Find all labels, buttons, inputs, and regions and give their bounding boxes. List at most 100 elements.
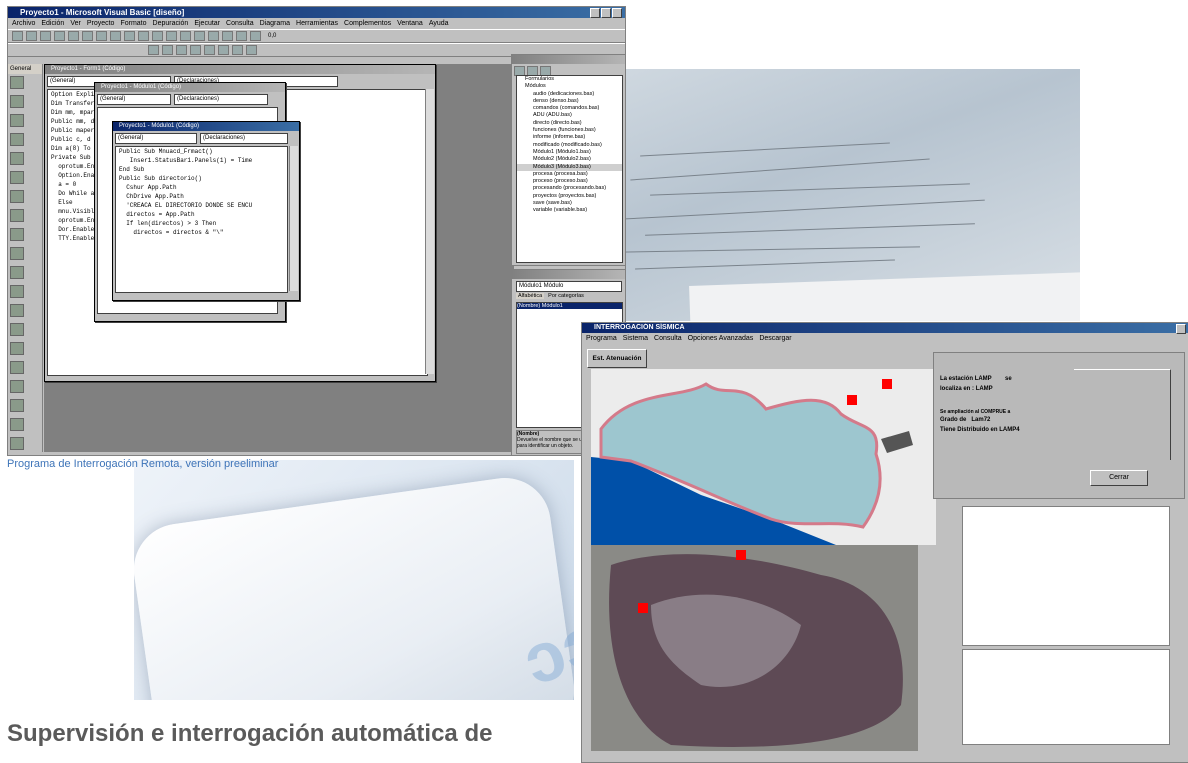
menu-item[interactable]: Sistema xyxy=(623,333,648,344)
station-marker[interactable] xyxy=(736,550,746,560)
tree-item[interactable]: proyectos (proyectos.bas) xyxy=(517,193,622,200)
object-selector[interactable]: Módulo1 Módulo xyxy=(516,281,622,292)
cut-icon[interactable] xyxy=(68,31,79,41)
menu-item[interactable]: Depuración xyxy=(153,18,189,29)
output-box-upper[interactable] xyxy=(962,506,1170,646)
tree-item[interactable]: Módulo3 (Módulo3.bas) xyxy=(517,163,622,171)
menu-item[interactable]: Consulta xyxy=(226,18,254,29)
tree-item[interactable]: proceso (proceso.bas) xyxy=(517,178,622,185)
menu-item[interactable]: Opciones Avanzadas xyxy=(688,333,754,344)
menu-item[interactable]: Ventana xyxy=(397,18,423,29)
code-editor-module1[interactable]: Public Sub Mnuacd_Frmact() Inser1.Status… xyxy=(115,146,288,293)
commandbutton-tool-icon[interactable] xyxy=(10,171,24,184)
menu-item[interactable]: Edición xyxy=(41,18,64,29)
redo-icon[interactable] xyxy=(138,31,149,41)
output-box-lower[interactable] xyxy=(962,649,1170,745)
tree-item[interactable]: ADU (ADU.bas) xyxy=(517,112,622,119)
tree-folder[interactable]: Módulos xyxy=(517,83,622,90)
tab-categorized[interactable]: Por categorías xyxy=(546,293,586,299)
tree-item[interactable]: procesando (procesando.bas) xyxy=(517,185,622,192)
tree-item[interactable]: funciones (funciones.bas) xyxy=(517,127,622,134)
menu-item[interactable]: Complementos xyxy=(344,18,391,29)
property-row[interactable]: (Nombre) Módulo1 xyxy=(517,303,622,309)
menu-item[interactable]: Proyecto xyxy=(87,18,115,29)
station-marker[interactable] xyxy=(638,603,648,613)
copy-icon[interactable] xyxy=(82,31,93,41)
tree-folder[interactable]: Formularios xyxy=(517,76,622,83)
next-bookmark-icon[interactable] xyxy=(218,45,229,55)
form-layout-icon[interactable] xyxy=(222,31,233,41)
menu-item[interactable]: Formato xyxy=(120,18,146,29)
checkbox-tool-icon[interactable] xyxy=(10,190,24,203)
menu-item[interactable]: Ejecutar xyxy=(194,18,220,29)
code-scrollbar[interactable] xyxy=(289,146,298,291)
frame-tool-icon[interactable] xyxy=(10,152,24,165)
menu-item[interactable]: Descargar xyxy=(759,333,791,344)
drivelist-tool-icon[interactable] xyxy=(10,323,24,336)
object-browser-icon[interactable] xyxy=(236,31,247,41)
coastal-map-image[interactable] xyxy=(591,369,936,545)
indent-icon[interactable] xyxy=(148,45,159,55)
data-tool-icon[interactable] xyxy=(10,437,24,450)
tree-item[interactable]: informe (informe.bas) xyxy=(517,134,622,141)
station-marker[interactable] xyxy=(882,379,892,389)
comment-icon[interactable] xyxy=(176,45,187,55)
pause-icon[interactable] xyxy=(166,31,177,41)
menu-item[interactable]: Consulta xyxy=(654,333,682,344)
uncomment-icon[interactable] xyxy=(190,45,201,55)
run-icon[interactable] xyxy=(152,31,163,41)
code-scrollbar[interactable] xyxy=(425,89,434,374)
menu-item[interactable]: Programa xyxy=(586,333,617,344)
menu-item[interactable]: Ayuda xyxy=(429,18,449,29)
project-explorer-icon[interactable] xyxy=(194,31,205,41)
quick-info-icon[interactable] xyxy=(246,45,257,55)
code-window-module1[interactable]: Proyecto1 - Módulo1 (Código) (General) (… xyxy=(112,121,300,301)
filelist-tool-icon[interactable] xyxy=(10,361,24,374)
close-icon[interactable] xyxy=(612,8,622,18)
menu-item[interactable]: Ver xyxy=(70,18,81,29)
paste-icon[interactable] xyxy=(96,31,107,41)
tree-item[interactable]: save (save.bas) xyxy=(517,200,622,207)
toolbox-icon[interactable] xyxy=(250,31,261,41)
add-project-icon[interactable] xyxy=(12,31,23,41)
stop-icon[interactable] xyxy=(180,31,191,41)
tree-item[interactable]: variable (variable.bas) xyxy=(517,207,622,214)
vscroll-tool-icon[interactable] xyxy=(10,285,24,298)
open-icon[interactable] xyxy=(40,31,51,41)
picturebox-tool-icon[interactable] xyxy=(10,95,24,108)
project-tree[interactable]: Formularios Módulos audio (dedicaciones.… xyxy=(516,75,623,263)
close-button[interactable]: Cerrar xyxy=(1090,470,1148,486)
maximize-icon[interactable] xyxy=(601,8,611,18)
timer-tool-icon[interactable] xyxy=(10,304,24,317)
menu-item[interactable]: Archivo xyxy=(12,18,35,29)
satellite-map-image[interactable] xyxy=(591,545,918,751)
toolbox-general-tab[interactable]: General xyxy=(8,64,42,74)
tab-alphabetic[interactable]: Alfabética xyxy=(516,293,545,299)
procedure-combo[interactable]: (Declaraciones) xyxy=(200,133,288,144)
hscroll-tool-icon[interactable] xyxy=(10,266,24,279)
bookmark-icon[interactable] xyxy=(204,45,215,55)
minimize-icon[interactable] xyxy=(590,8,600,18)
save-icon[interactable] xyxy=(54,31,65,41)
object-combo[interactable]: (General) xyxy=(97,94,171,105)
outdent-icon[interactable] xyxy=(162,45,173,55)
combobox-tool-icon[interactable] xyxy=(10,228,24,241)
list-members-icon[interactable] xyxy=(232,45,243,55)
station-button[interactable]: Est. Atenuación xyxy=(587,349,647,368)
pointer-tool-icon[interactable] xyxy=(10,76,24,89)
menu-item[interactable]: Herramientas xyxy=(296,18,338,29)
tree-item[interactable]: denso (denso.bas) xyxy=(517,98,622,105)
dirlist-tool-icon[interactable] xyxy=(10,342,24,355)
tree-item[interactable]: modificado (modificado.bas) xyxy=(517,142,622,149)
image-tool-icon[interactable] xyxy=(10,418,24,431)
add-form-icon[interactable] xyxy=(26,31,37,41)
tree-item[interactable]: Módulo1 (Módulo1.bas) xyxy=(517,149,622,156)
properties-icon[interactable] xyxy=(208,31,219,41)
procedure-combo[interactable]: (Declaraciones) xyxy=(174,94,268,105)
tree-item[interactable]: procesa (procesa.bas) xyxy=(517,171,622,178)
shape-tool-icon[interactable] xyxy=(10,380,24,393)
find-icon[interactable] xyxy=(110,31,121,41)
undo-icon[interactable] xyxy=(124,31,135,41)
station-marker[interactable] xyxy=(847,395,857,405)
listbox-tool-icon[interactable] xyxy=(10,247,24,260)
